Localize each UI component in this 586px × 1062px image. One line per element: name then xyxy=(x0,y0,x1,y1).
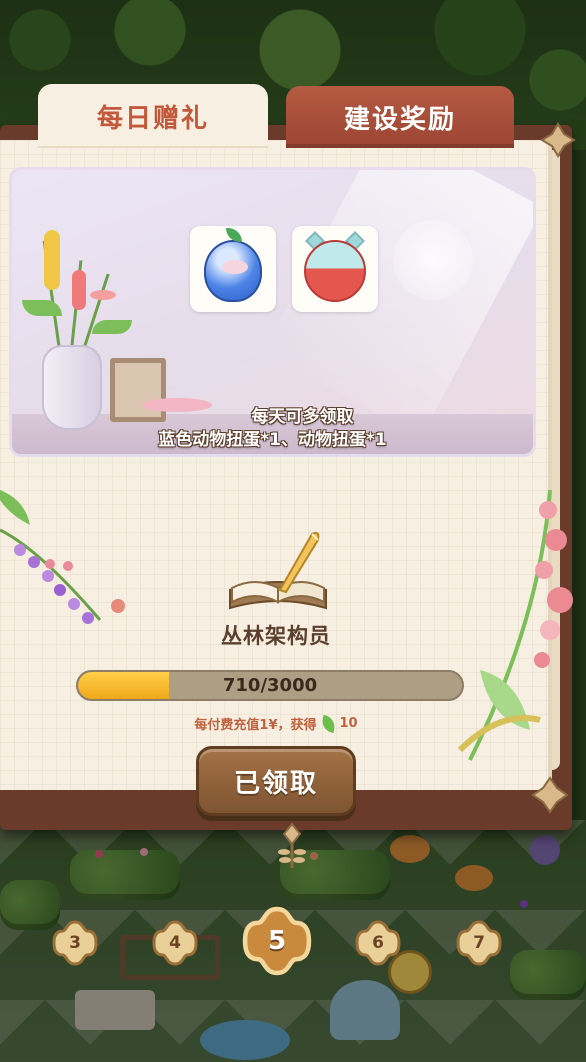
leaf-decoration xyxy=(0,490,30,525)
daily-gift-card: 每天可多领取 蓝色动物扭蛋*1、动物扭蛋*1 xyxy=(9,167,536,457)
level-number: 3 xyxy=(69,933,81,953)
recharge-reward-amount: 10 xyxy=(339,716,358,731)
recharge-text: 每付费充值1¥，获得 xyxy=(194,718,317,733)
recharge-reward-info: 每付费充值1¥，获得 10 xyxy=(0,714,552,733)
level-number: 5 xyxy=(267,926,287,956)
reward-item-tile[interactable] xyxy=(292,226,378,312)
claimed-button[interactable]: 已领取 xyxy=(196,746,356,816)
corner-ornament-icon xyxy=(531,776,569,814)
level-marker-5-current[interactable]: 5 xyxy=(242,906,312,976)
level-marker-6[interactable]: 6 xyxy=(355,920,401,966)
level-number: 6 xyxy=(372,933,384,953)
light-orb xyxy=(393,220,473,300)
reward-item-tile[interactable] xyxy=(190,226,276,312)
leaf-icon xyxy=(320,714,336,733)
description-line-2: 蓝色动物扭蛋*1、动物扭蛋*1 xyxy=(158,430,387,450)
red-flower xyxy=(72,270,86,310)
daily-gift-description: 每天可多领取 蓝色动物扭蛋*1、动物扭蛋*1 xyxy=(12,406,533,452)
tab-build-reward[interactable]: 建设奖励 xyxy=(286,86,514,148)
quill-book-icon xyxy=(229,531,327,610)
progress-text: 710/3000 xyxy=(222,675,318,696)
level-marker-7[interactable]: 7 xyxy=(456,920,502,966)
yellow-flower xyxy=(44,230,60,290)
tab-daily-gift[interactable]: 每日赠礼 xyxy=(38,84,268,148)
level-number: 7 xyxy=(473,933,485,953)
description-line-1: 每天可多领取 xyxy=(251,407,354,427)
animal-gacha-egg-icon xyxy=(304,240,366,302)
blue-animal-gacha-egg-icon xyxy=(204,240,262,302)
corner-ornament-icon xyxy=(540,122,576,158)
level-number: 4 xyxy=(169,933,181,953)
wheat-ornament-icon xyxy=(278,822,306,868)
level-marker-3[interactable]: 3 xyxy=(52,920,98,966)
achievement-title: 丛林架构员 xyxy=(221,624,331,648)
level-marker-4[interactable]: 4 xyxy=(152,920,198,966)
achievement-progress-bar: 710/3000 xyxy=(76,670,464,701)
